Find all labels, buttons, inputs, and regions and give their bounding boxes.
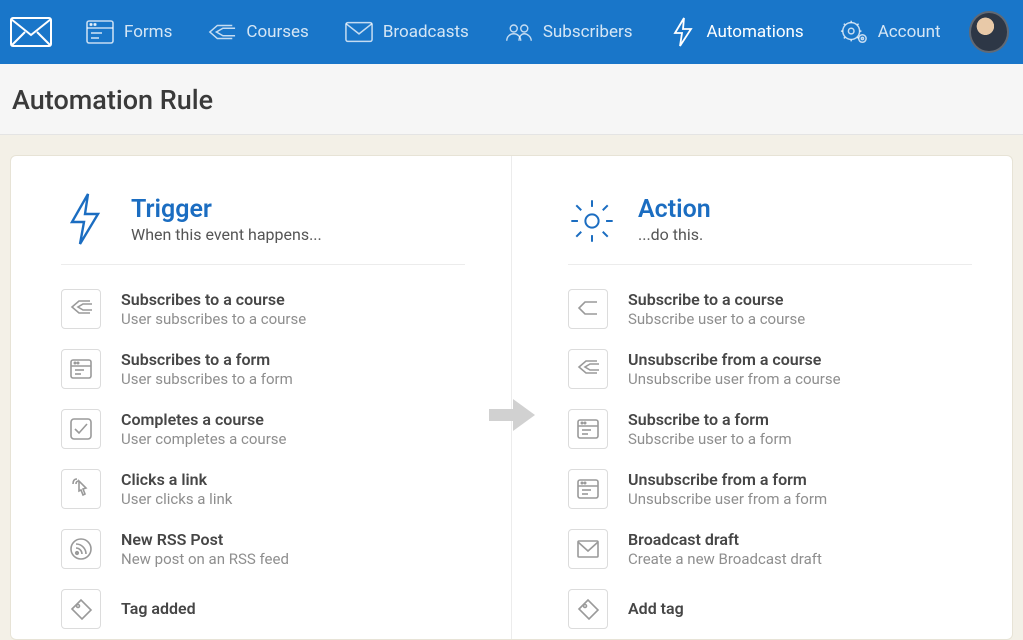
option-subtitle: Unsubscribe user from a form <box>628 490 827 509</box>
trigger-option[interactable]: Tag added <box>61 579 465 639</box>
tag-icon <box>568 589 608 629</box>
nav-label: Account <box>878 22 941 42</box>
mail-icon <box>568 529 608 569</box>
account-icon <box>840 18 868 46</box>
action-icon <box>568 192 616 248</box>
check-icon <box>61 409 101 449</box>
action-option[interactable]: Subscribe to a courseSubscribe user to a… <box>568 279 972 339</box>
option-subtitle: New post on an RSS feed <box>121 550 289 569</box>
option-title: Subscribes to a course <box>121 290 306 310</box>
nav-label: Subscribers <box>543 22 633 42</box>
action-panel: Action ...do this. Subscribe to a course… <box>512 156 1012 639</box>
option-title: Clicks a link <box>121 470 232 490</box>
automation-card: Trigger When this event happens... Subsc… <box>10 155 1013 640</box>
broadcasts-icon <box>345 18 373 46</box>
action-list: Subscribe to a courseSubscribe user to a… <box>568 279 972 639</box>
action-title: Action <box>638 196 711 224</box>
nav-subscribers[interactable]: Subscribers <box>493 12 645 52</box>
option-title: Broadcast draft <box>628 530 822 550</box>
arrow-icon <box>489 397 535 437</box>
reply-all-icon <box>61 289 101 329</box>
nav-broadcasts[interactable]: Broadcasts <box>333 12 481 52</box>
trigger-icon <box>61 192 109 248</box>
option-title: Unsubscribe from a course <box>628 350 841 370</box>
action-option[interactable]: Subscribe to a formSubscribe user to a f… <box>568 399 972 459</box>
trigger-option[interactable]: New RSS PostNew post on an RSS feed <box>61 519 465 579</box>
trigger-panel: Trigger When this event happens... Subsc… <box>11 156 512 639</box>
option-subtitle: User clicks a link <box>121 490 232 509</box>
trigger-option[interactable]: Completes a courseUser completes a cours… <box>61 399 465 459</box>
option-title: Completes a course <box>121 410 286 430</box>
option-title: Unsubscribe from a form <box>628 470 827 490</box>
trigger-option[interactable]: Subscribes to a formUser subscribes to a… <box>61 339 465 399</box>
option-title: Subscribe to a course <box>628 290 805 310</box>
reply-all-icon <box>568 349 608 389</box>
option-title: Add tag <box>628 599 684 619</box>
nav-label: Automations <box>707 22 804 42</box>
option-subtitle: User subscribes to a form <box>121 370 293 389</box>
action-subtitle: ...do this. <box>638 225 711 244</box>
page-header: Automation Rule <box>0 64 1023 135</box>
nav-courses[interactable]: Courses <box>196 12 320 52</box>
trigger-list: Subscribes to a courseUser subscribes to… <box>61 279 465 639</box>
trigger-option[interactable]: Subscribes to a courseUser subscribes to… <box>61 279 465 339</box>
option-title: New RSS Post <box>121 530 289 550</box>
nav-automations[interactable]: Automations <box>657 12 816 52</box>
trigger-option[interactable]: Clicks a linkUser clicks a link <box>61 459 465 519</box>
form-icon <box>61 349 101 389</box>
nav-forms[interactable]: Forms <box>74 12 184 52</box>
nav-account[interactable]: Account <box>828 12 953 52</box>
option-title: Subscribe to a form <box>628 410 792 430</box>
rss-icon <box>61 529 101 569</box>
mail-logo-icon <box>10 17 52 47</box>
option-subtitle: User subscribes to a course <box>121 310 306 329</box>
subscribers-icon <box>505 18 533 46</box>
pointer-icon <box>61 469 101 509</box>
avatar[interactable] <box>969 11 1009 53</box>
option-subtitle: Create a new Broadcast draft <box>628 550 822 569</box>
option-subtitle: Subscribe user to a course <box>628 310 805 329</box>
reply-icon <box>568 289 608 329</box>
form-icon <box>568 469 608 509</box>
option-title: Subscribes to a form <box>121 350 293 370</box>
logo[interactable] <box>10 16 52 48</box>
courses-icon <box>208 18 236 46</box>
tag-icon <box>61 589 101 629</box>
option-subtitle: User completes a course <box>121 430 286 449</box>
trigger-title: Trigger <box>131 196 322 224</box>
forms-icon <box>86 18 114 46</box>
top-nav: Forms Courses Broadcasts Subscribers <box>0 0 1023 64</box>
trigger-subtitle: When this event happens... <box>131 225 322 244</box>
option-title: Tag added <box>121 599 196 619</box>
option-subtitle: Unsubscribe user from a course <box>628 370 841 389</box>
action-option[interactable]: Add tag <box>568 579 972 639</box>
action-option[interactable]: Broadcast draftCreate a new Broadcast dr… <box>568 519 972 579</box>
automations-icon <box>669 18 697 46</box>
page-title: Automation Rule <box>12 84 1011 116</box>
action-option[interactable]: Unsubscribe from a courseUnsubscribe use… <box>568 339 972 399</box>
action-option[interactable]: Unsubscribe from a formUnsubscribe user … <box>568 459 972 519</box>
nav-label: Courses <box>246 22 308 42</box>
form-icon <box>568 409 608 449</box>
option-subtitle: Subscribe user to a form <box>628 430 792 449</box>
nav-label: Broadcasts <box>383 22 469 42</box>
nav-label: Forms <box>124 22 172 42</box>
